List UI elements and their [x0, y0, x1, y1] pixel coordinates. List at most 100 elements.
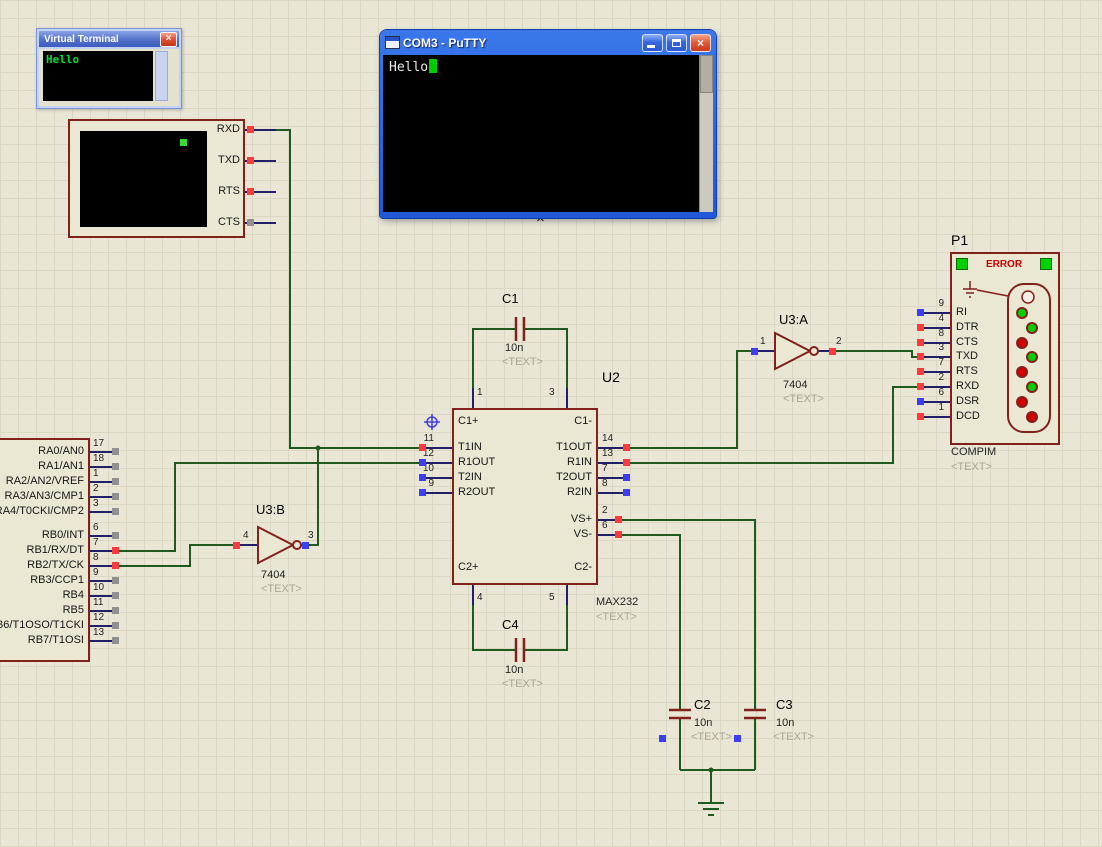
mcu-pin-number: 17 [93, 438, 105, 449]
inverter-u3b-ref: U3:B [256, 502, 285, 517]
compim-pin-number: 6 [938, 387, 944, 398]
wire-u3a-out-to-compim-txd[interactable] [833, 350, 924, 358]
pin-state-square [917, 324, 924, 331]
pin-state-square [112, 592, 119, 599]
mcu-pin-number: 11 [93, 597, 104, 608]
mcu-pin-number: 13 [93, 627, 105, 638]
compim-error-label: ERROR [985, 259, 1023, 270]
pin-state-square [917, 383, 924, 390]
close-icon: × [165, 32, 172, 44]
close-button[interactable]: × [160, 31, 177, 47]
pin-state-square [112, 622, 119, 629]
pin-state-square [233, 542, 240, 549]
compim-pin-number: 8 [938, 328, 944, 339]
mcu-pin-number: 10 [93, 582, 105, 593]
max232-pin-name: C2+ [458, 561, 479, 573]
mcu-pin-number: 2 [93, 483, 99, 494]
pin-state-square [247, 126, 254, 133]
pin-state-square [112, 463, 119, 470]
pin-state-square [112, 562, 119, 569]
capacitor-value: 10n [505, 664, 524, 676]
inverter-pin-number: 3 [308, 530, 314, 541]
max232-pin-number: 8 [602, 478, 608, 489]
wire-r1in-to-compim-rxd[interactable] [627, 386, 924, 464]
wire-mcu-tx-to-u3b-in[interactable] [118, 544, 240, 567]
maximize-icon [672, 38, 681, 47]
terminal-output-text: Hello [46, 53, 80, 66]
pin-state-square [623, 444, 630, 451]
mcu-pin-number: 6 [93, 522, 99, 533]
close-button[interactable]: × [690, 33, 711, 52]
putty-titlebar[interactable]: COM3 - PuTTY × [383, 30, 713, 55]
close-icon: × [696, 35, 704, 50]
capacitor-text-placeholder: <TEXT> [691, 731, 732, 743]
max232-pin-number: 11 [423, 433, 434, 444]
pin-state-square [615, 531, 622, 538]
pin-state-square [917, 368, 924, 375]
maximize-button[interactable] [666, 33, 687, 52]
max232-pin-name: R1IN [566, 456, 592, 468]
virtual-terminal-titlebar[interactable]: Virtual Terminal × [39, 31, 179, 47]
inverter-u3a-ref: U3:A [779, 312, 808, 327]
max232-text-placeholder: <TEXT> [596, 611, 637, 623]
mcu-pin-label: RA1/AN1 [38, 460, 84, 472]
capacitor-text-placeholder: <TEXT> [502, 678, 543, 690]
capacitor-value: 10n [694, 717, 713, 729]
mcu-pin-label: RA3/AN3/CMP1 [4, 490, 84, 502]
compim-part-label: COMPIM [951, 446, 997, 458]
compim-pin-name: DTR [956, 321, 979, 333]
max232-pin-name: R2OUT [458, 486, 496, 498]
terminal-pin-label: TXD [218, 154, 240, 166]
compim-led [1026, 411, 1038, 423]
mcu-pin-number: 1 [93, 468, 99, 479]
max232-pin-name: T1OUT [555, 441, 592, 453]
mcu-pin-label: RB0/INT [41, 529, 84, 541]
max232-pin-number: 3 [549, 387, 555, 398]
proteus-schematic-canvas: RXD TXD RTS CTS RA0/AN0 RA1/AN1 RA2/AN2/… [0, 0, 1102, 847]
wire-junction [708, 767, 714, 773]
pin-state-square [419, 474, 426, 481]
virtual-terminal-window[interactable]: Virtual Terminal × Hello [36, 28, 182, 109]
max232-pin-name: VS+ [570, 513, 592, 525]
compim-pin-number: 3 [938, 342, 944, 353]
pin-state-square [112, 607, 119, 614]
mcu-pin-label: RB6/T1OSO/T1CKI [0, 619, 84, 631]
virtual-terminal-component-screen[interactable] [80, 131, 207, 227]
compim-pin-name: RI [956, 306, 967, 318]
putty-app-icon [385, 36, 400, 49]
scrollbar-thumb[interactable] [700, 55, 713, 93]
pin-state-square [247, 219, 254, 226]
pin-state-square [615, 516, 622, 523]
compim-pin-number: 2 [938, 372, 944, 383]
capacitor-text-placeholder: <TEXT> [773, 731, 814, 743]
inverter-u3a-symbol[interactable] [774, 331, 819, 371]
mcu-pin-label: RA0/AN0 [38, 445, 84, 457]
max232-pin-number: 13 [602, 448, 614, 459]
virtual-terminal-output[interactable]: Hello [43, 51, 153, 101]
window-title: COM3 - PuTTY [403, 35, 487, 50]
max232-part-label: MAX232 [596, 596, 639, 608]
scrollbar[interactable] [699, 55, 713, 212]
scrollbar[interactable] [155, 51, 168, 101]
pin-state-square [623, 489, 630, 496]
wire-c4-right[interactable] [524, 605, 568, 651]
minimize-button[interactable] [642, 33, 663, 52]
max232-pin-number: 14 [602, 433, 614, 444]
mcu-pin-label: RB3/CCP1 [30, 574, 84, 586]
compim-status-square [1040, 258, 1052, 270]
inverter-u3b-symbol[interactable] [257, 525, 302, 565]
wire-t1out-to-u3a-in[interactable] [627, 350, 755, 449]
putty-window[interactable]: COM3 - PuTTY × Hello [380, 30, 716, 218]
capacitor-value: 10n [776, 717, 795, 729]
compim-pin-name: TXD [956, 350, 978, 362]
compim-pin-name: CTS [956, 336, 978, 348]
putty-terminal[interactable]: Hello [383, 55, 713, 212]
virtual-terminal-body: Hello [39, 49, 179, 106]
wire-vsplus-to-c3[interactable] [620, 519, 756, 710]
pin-state-square [829, 348, 836, 355]
ground-symbol-icon[interactable] [698, 802, 724, 816]
pin-state-square [751, 348, 758, 355]
max232-pin-number: 5 [549, 592, 555, 603]
inverter-text-placeholder: <TEXT> [783, 393, 824, 405]
compim-pin-name: DCD [956, 410, 980, 422]
